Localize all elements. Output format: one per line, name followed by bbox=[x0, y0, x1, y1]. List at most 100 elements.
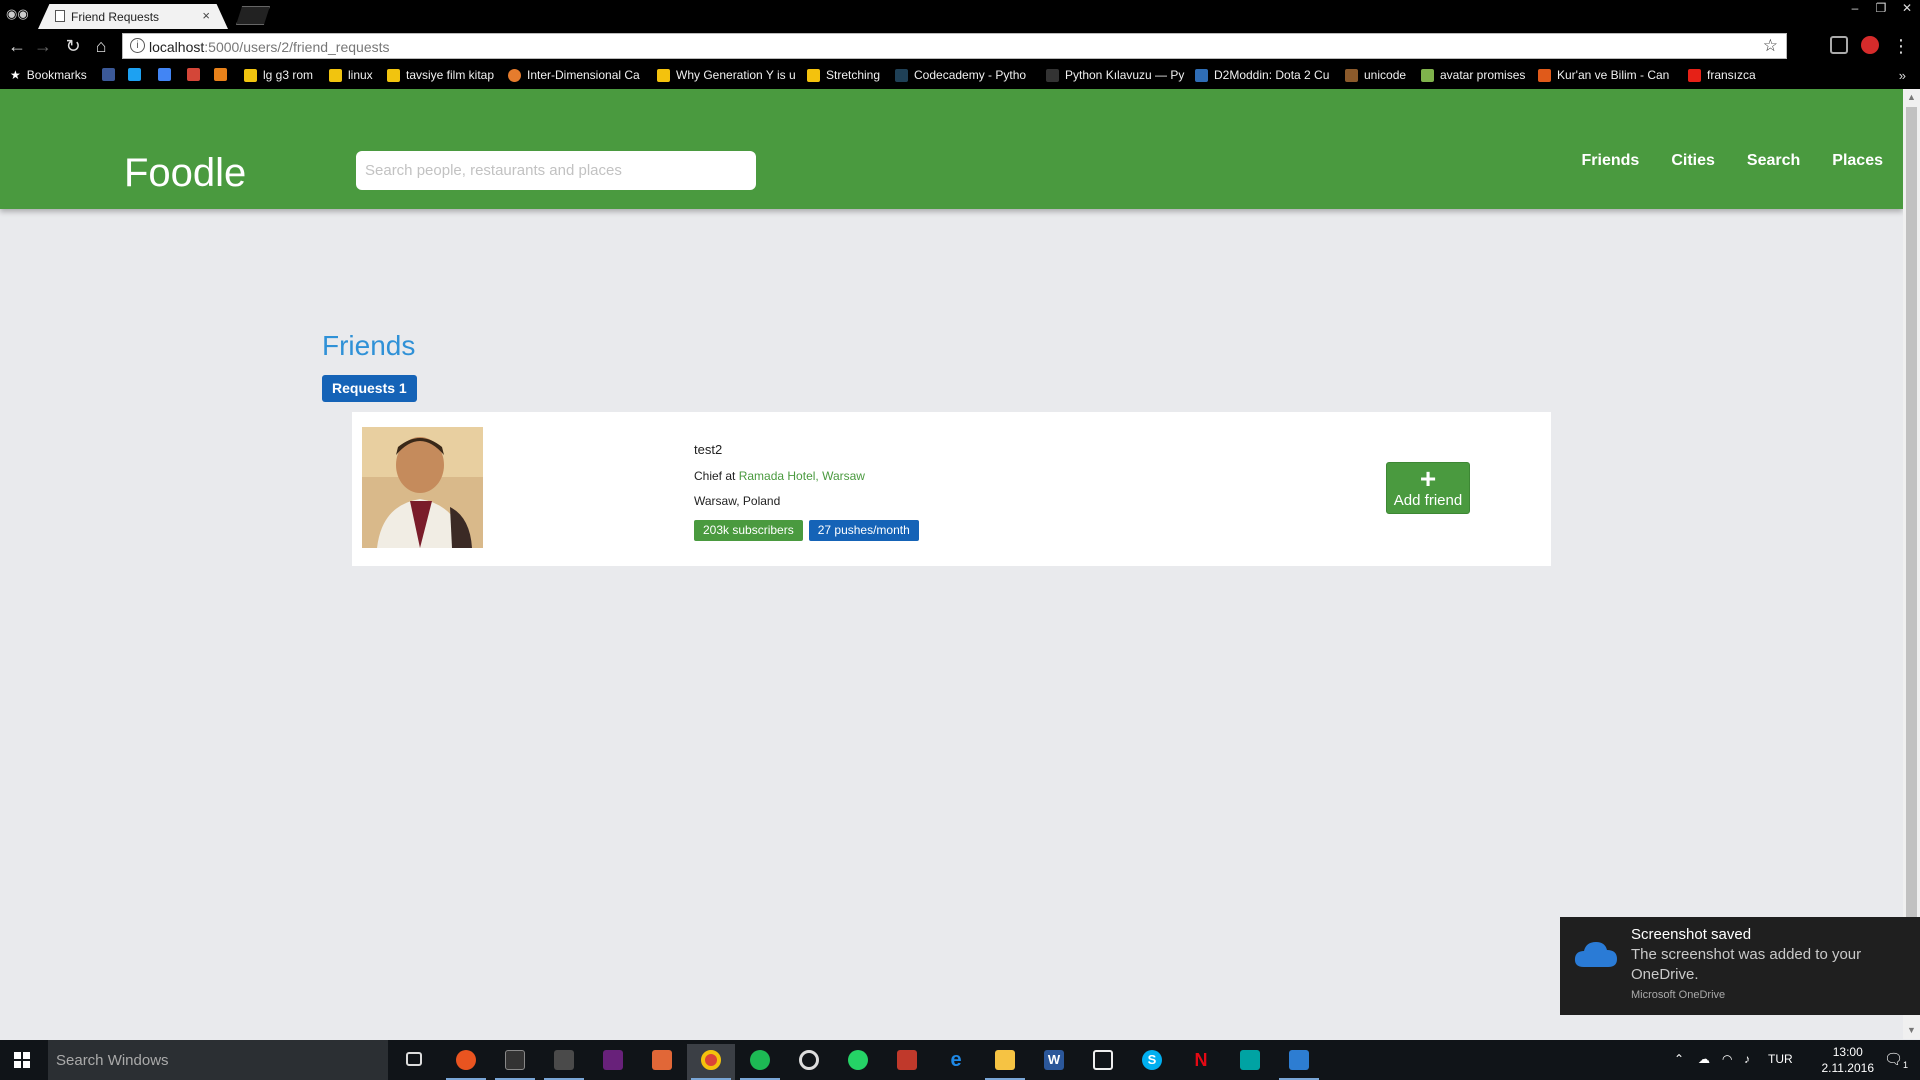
edge-icon[interactable]: e bbox=[932, 1044, 980, 1080]
bookmark-item[interactable]: Codecademy - Pytho bbox=[895, 68, 1026, 82]
nav-search[interactable]: Search bbox=[1747, 152, 1800, 170]
extension-adblock-icon[interactable] bbox=[1861, 36, 1879, 54]
action-center-icon[interactable]: 🗨1 bbox=[1884, 1050, 1908, 1070]
minimize-icon[interactable]: – bbox=[1842, 0, 1868, 18]
scroll-down-icon[interactable]: ▼ bbox=[1903, 1022, 1920, 1039]
nav-friends[interactable]: Friends bbox=[1582, 152, 1640, 170]
bookmark-item[interactable]: fransızca bbox=[1688, 68, 1756, 82]
bookmark-folder[interactable]: lg g3 rom bbox=[244, 68, 313, 82]
address-bar[interactable]: i localhost:5000/users/2/friend_requests… bbox=[122, 33, 1787, 59]
task-view-icon[interactable] bbox=[392, 1044, 440, 1080]
forward-arrow-icon[interactable]: → bbox=[32, 35, 54, 57]
clock[interactable]: 13:00 2.11.2016 bbox=[1822, 1044, 1875, 1076]
nav-places[interactable]: Places bbox=[1832, 152, 1883, 170]
close-window-icon[interactable]: ✕ bbox=[1894, 0, 1920, 18]
language-indicator[interactable]: TUR bbox=[1768, 1052, 1793, 1066]
gmail-icon bbox=[187, 68, 200, 81]
bookmark-item[interactable] bbox=[187, 68, 206, 81]
bookmark-item[interactable] bbox=[158, 68, 177, 81]
friend-job: Chief at Ramada Hotel, Warsaw bbox=[694, 469, 865, 483]
windows-taskbar: Search Windows e W S N ⌃ ☁ ◠ ♪ TUR 13:00… bbox=[0, 1040, 1920, 1080]
spotify-icon[interactable] bbox=[736, 1044, 784, 1080]
facebook-icon bbox=[102, 68, 115, 81]
skype-icon[interactable]: S bbox=[1128, 1044, 1176, 1080]
onedrive-icon[interactable]: ☁ bbox=[1698, 1052, 1710, 1066]
word-icon[interactable]: W bbox=[1030, 1044, 1078, 1080]
youtube-icon bbox=[1688, 68, 1701, 82]
extension-shield-icon[interactable] bbox=[1830, 36, 1848, 54]
bookmark-item[interactable]: Inter-Dimensional Ca bbox=[508, 68, 640, 82]
site-icon bbox=[1421, 68, 1434, 82]
browser-tab[interactable]: Friend Requests × bbox=[38, 4, 228, 29]
bookmark-item[interactable] bbox=[128, 68, 147, 81]
photos-icon[interactable] bbox=[1275, 1044, 1323, 1080]
bookmark-item[interactable]: Why Generation Y is u bbox=[657, 68, 796, 82]
new-tab-button[interactable] bbox=[236, 6, 270, 25]
taskbar-search[interactable]: Search Windows bbox=[48, 1040, 388, 1080]
tab-close-icon[interactable]: × bbox=[202, 8, 210, 23]
bookmark-item[interactable]: unicode bbox=[1345, 68, 1406, 82]
subscribers-badge: 203k subscribers bbox=[694, 520, 803, 541]
reload-icon[interactable]: ↻ bbox=[62, 35, 84, 57]
matlab-icon[interactable] bbox=[638, 1044, 686, 1080]
bookmark-item[interactable]: Python Kılavuzu — Py bbox=[1046, 68, 1184, 82]
cloud-icon bbox=[1574, 942, 1617, 967]
bookmark-item[interactable]: Stretching bbox=[807, 68, 880, 82]
codecademy-icon bbox=[895, 68, 908, 82]
bookmark-item[interactable]: ★ Bookmarks bbox=[10, 68, 87, 82]
sublime-icon[interactable] bbox=[540, 1044, 588, 1080]
bookmark-item[interactable] bbox=[214, 68, 233, 81]
folder-icon bbox=[329, 68, 342, 82]
back-arrow-icon[interactable]: ← bbox=[6, 35, 28, 57]
store-icon[interactable] bbox=[1079, 1044, 1127, 1080]
add-friend-label: Add friend bbox=[1393, 492, 1463, 509]
site-icon bbox=[508, 68, 521, 82]
nav-cities[interactable]: Cities bbox=[1671, 152, 1715, 170]
restore-icon[interactable]: ❐ bbox=[1868, 0, 1894, 18]
chrome-icon[interactable] bbox=[687, 1044, 735, 1080]
avatar[interactable] bbox=[362, 427, 483, 548]
search-input[interactable] bbox=[356, 151, 756, 190]
brand-logo[interactable]: Foodle bbox=[124, 151, 246, 196]
site-icon bbox=[1538, 68, 1551, 82]
workplace-link[interactable]: Ramada Hotel, Warsaw bbox=[739, 469, 865, 483]
bookmark-item[interactable]: avatar promises bbox=[1421, 68, 1525, 82]
camera-icon[interactable] bbox=[1226, 1044, 1274, 1080]
bookmark-folder[interactable]: linux bbox=[329, 68, 373, 82]
bookmark-item[interactable] bbox=[102, 68, 121, 81]
terminal-icon[interactable] bbox=[491, 1044, 539, 1080]
vertical-scrollbar[interactable]: ▲ ▼ bbox=[1903, 89, 1920, 1039]
wifi-icon[interactable]: ◠ bbox=[1722, 1052, 1732, 1066]
bulb-icon bbox=[807, 68, 820, 82]
chevron-up-icon[interactable]: ⌃ bbox=[1674, 1052, 1684, 1066]
chevron-right-icon[interactable]: » bbox=[1899, 68, 1906, 83]
friend-location: Warsaw, Poland bbox=[694, 494, 781, 508]
whatsapp-icon[interactable] bbox=[834, 1044, 882, 1080]
ubuntu-icon[interactable] bbox=[442, 1044, 490, 1080]
star-icon: ★ bbox=[10, 68, 21, 82]
visual-studio-icon[interactable] bbox=[589, 1044, 637, 1080]
python-icon bbox=[1046, 68, 1059, 82]
pushes-badge: 27 pushes/month bbox=[808, 520, 919, 541]
bookmark-item[interactable]: D2Moddin: Dota 2 Cu bbox=[1195, 68, 1329, 82]
netflix-icon[interactable]: N bbox=[1177, 1044, 1225, 1080]
windows-start-icon[interactable] bbox=[14, 1052, 30, 1068]
friend-info: test2 Chief at Ramada Hotel, Warsaw Wars… bbox=[694, 442, 925, 541]
file-explorer-icon[interactable] bbox=[981, 1044, 1029, 1080]
bookmark-item[interactable]: Kur'an ve Bilim - Can bbox=[1538, 68, 1669, 82]
scroll-up-icon[interactable]: ▲ bbox=[1903, 89, 1920, 106]
bookmark-star-icon[interactable]: ☆ bbox=[1763, 36, 1778, 56]
toast-title: Screenshot saved bbox=[1631, 926, 1752, 943]
volume-icon[interactable]: ♪ bbox=[1744, 1052, 1750, 1066]
disk-icon[interactable] bbox=[785, 1044, 833, 1080]
requests-button[interactable]: Requests 1 bbox=[322, 375, 417, 402]
popcorn-icon[interactable] bbox=[883, 1044, 931, 1080]
menu-dots-icon[interactable]: ⋮ bbox=[1892, 35, 1910, 57]
onedrive-toast[interactable]: Screenshot saved The screenshot was adde… bbox=[1560, 917, 1920, 1015]
bookmark-folder[interactable]: tavsiye film kitap bbox=[387, 68, 494, 82]
scrollbar-thumb[interactable] bbox=[1906, 107, 1917, 952]
add-friend-button[interactable]: + Add friend bbox=[1386, 462, 1470, 514]
friend-name[interactable]: test2 bbox=[694, 442, 925, 457]
info-icon[interactable]: i bbox=[130, 38, 145, 53]
home-icon[interactable]: ⌂ bbox=[90, 35, 112, 57]
